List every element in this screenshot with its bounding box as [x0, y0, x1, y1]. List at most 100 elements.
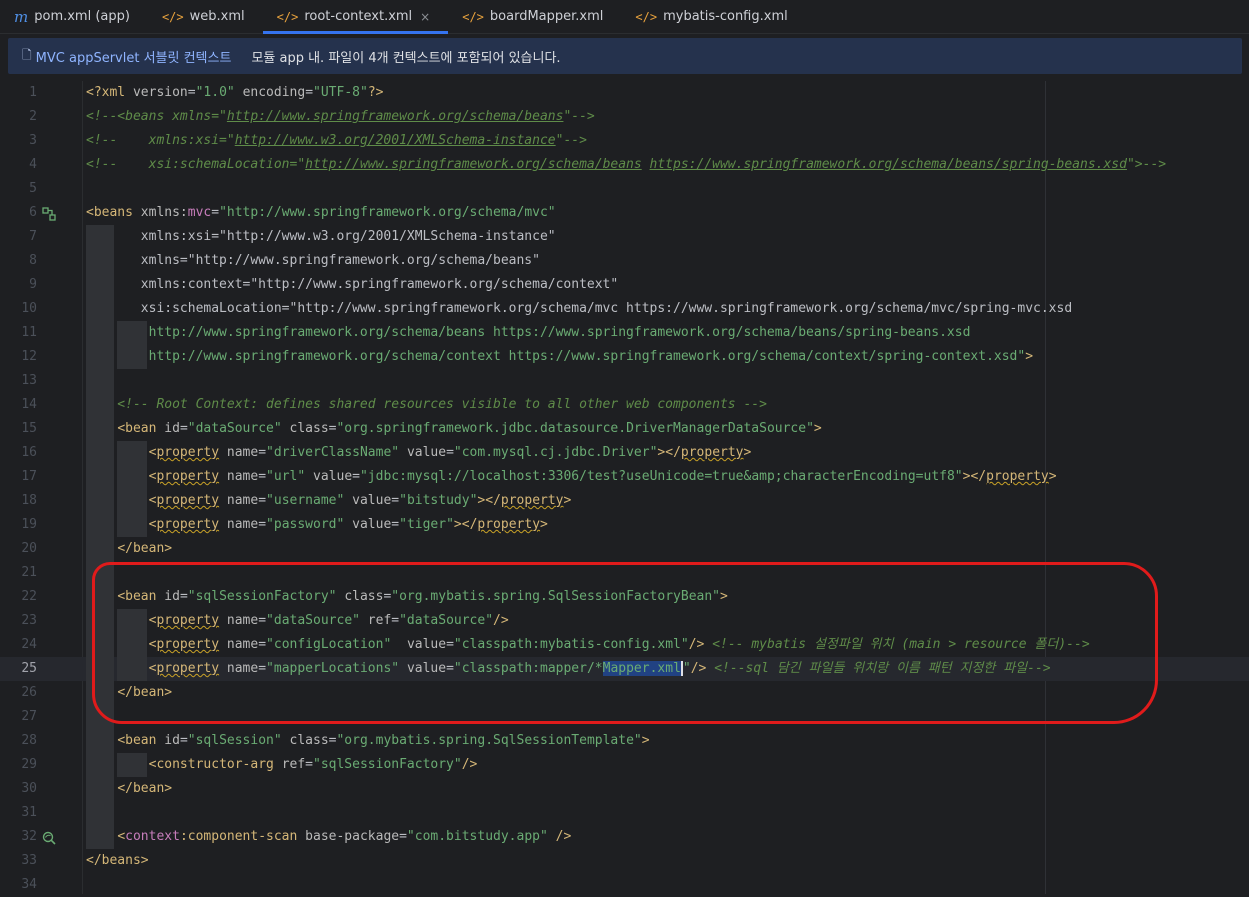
line-number: 32: [21, 829, 37, 844]
indent-guide: [117, 609, 147, 681]
line-number: 4: [29, 157, 37, 172]
code-text: <context:component-scan base-package="co…: [117, 829, 572, 844]
code-line[interactable]: 15 <bean id="dataSource" class="org.spri…: [0, 417, 1249, 441]
tab-label: root-context.xml: [304, 9, 413, 24]
tab-label: boardMapper.xml: [489, 9, 604, 24]
code-line[interactable]: 24 <property name="configLocation" value…: [0, 633, 1249, 657]
code-line[interactable]: 34: [0, 873, 1249, 897]
code-line[interactable]: 4 <!-- xsi:schemaLocation="http://www.spr…: [0, 153, 1249, 177]
code-text: xsi:schemaLocation="http://www.springfra…: [86, 301, 1073, 316]
code-text: <property name="mapperLocations" value="…: [148, 661, 1051, 676]
line-number: 5: [29, 181, 37, 196]
line-number: 22: [21, 589, 37, 604]
tab-label: pom.xml (app): [34, 9, 130, 24]
code-line[interactable]: 29 <constructor-arg ref="sqlSessionFacto…: [0, 753, 1249, 777]
xml-file-icon: </>: [462, 9, 484, 24]
line-number: 26: [21, 685, 37, 700]
line-number: 34: [21, 877, 37, 892]
maven-icon: m: [14, 7, 29, 26]
code-line[interactable]: 12 http://www.springframework.org/schema…: [0, 345, 1249, 369]
indent-guide: [117, 753, 147, 777]
code-line[interactable]: 2 <!--<beans xmlns="http://www.springfram…: [0, 105, 1249, 129]
code-line[interactable]: 28 <bean id="sqlSession" class="org.myba…: [0, 729, 1249, 753]
code-line[interactable]: 5: [0, 177, 1249, 201]
line-number: 2: [29, 109, 37, 124]
servlet-context-link[interactable]: MVC appServlet 서블릿 컨텍스트: [36, 47, 232, 66]
code-text: http://www.springframework.org/schema/co…: [86, 349, 1034, 364]
code-line[interactable]: 19 <property name="password" value="tige…: [0, 513, 1249, 537]
code-text: <bean id="sqlSession" class="org.mybatis…: [117, 733, 650, 748]
line-number: 16: [21, 445, 37, 460]
line-number: 19: [21, 517, 37, 532]
code-line[interactable]: 3 <!-- xmlns:xsi="http://www.w3.org/2001/…: [0, 129, 1249, 153]
code-line[interactable]: 31: [0, 801, 1249, 825]
code-text: <?xml version="1.0" encoding="UTF-8"?>: [86, 85, 384, 100]
line-number: 27: [21, 709, 37, 724]
tab-pom-xml-app-[interactable]: m pom.xml (app): [0, 0, 148, 33]
line-number: 18: [21, 493, 37, 508]
spring-beans-gutter-icon[interactable]: [42, 206, 56, 221]
xml-file-icon: </>: [635, 9, 658, 24]
code-line[interactable]: 1 <?xml version="1.0" encoding="UTF-8"?>: [0, 81, 1249, 105]
code-line[interactable]: 33 </beans>: [0, 849, 1249, 873]
code-text: <bean id="dataSource" class="org.springf…: [117, 421, 822, 436]
line-number: 28: [21, 733, 37, 748]
indent-guide: [117, 441, 147, 537]
code-text: </beans>: [86, 853, 149, 868]
line-number: 33: [21, 853, 37, 868]
indent-guide: [117, 321, 147, 369]
component-scan-gutter-icon[interactable]: [42, 830, 56, 845]
code-line[interactable]: 13: [0, 369, 1249, 393]
tab-web-xml[interactable]: </> web.xml: [148, 0, 263, 33]
code-editor[interactable]: 1 <?xml version="1.0" encoding="UTF-8"?> 2…: [0, 81, 1249, 894]
code-text: xmlns="http://www.springframework.org/sc…: [86, 253, 540, 268]
tab-label: web.xml: [189, 9, 245, 24]
xml-file-icon: </>: [161, 9, 184, 24]
code-text: <bean id="sqlSessionFactory" class="org.…: [117, 589, 728, 604]
tab-boardmapper-xml[interactable]: </> boardMapper.xml: [448, 0, 621, 33]
close-tab-icon[interactable]: ×: [420, 10, 430, 24]
line-number: 29: [21, 757, 37, 772]
code-line[interactable]: 9 xmlns:context="http://www.springframew…: [0, 273, 1249, 297]
code-line[interactable]: 21: [0, 561, 1249, 585]
line-number: 8: [29, 253, 37, 268]
code-line[interactable]: 10 xsi:schemaLocation="http://www.spring…: [0, 297, 1249, 321]
code-line[interactable]: 22 <bean id="sqlSessionFactory" class="o…: [0, 585, 1249, 609]
context-info-banner: 🗋 MVC appServlet 서블릿 컨텍스트 모듈 app 내. 파일이 …: [8, 38, 1242, 74]
line-number: 30: [21, 781, 37, 796]
line-number: 20: [21, 541, 37, 556]
code-line[interactable]: 27: [0, 705, 1249, 729]
line-number: 11: [21, 325, 37, 340]
code-line[interactable]: 16 <property name="driverClassName" valu…: [0, 441, 1249, 465]
banner-message: 모듈 app 내. 파일이 4개 컨텍스트에 포함되어 있습니다.: [251, 50, 561, 66]
line-number: 9: [29, 277, 37, 292]
code-line[interactable]: 6 <beans xmlns:mvc="http://www.springfram…: [0, 201, 1249, 225]
tab-mybatis-config-xml[interactable]: </> mybatis-config.xml: [621, 0, 805, 33]
code-line[interactable]: 32 <context:component-scan base-package=…: [0, 825, 1249, 849]
code-line[interactable]: 25 <property name="mapperLocations" valu…: [0, 657, 1249, 681]
code-text: http://www.springframework.org/schema/be…: [86, 325, 971, 340]
code-line[interactable]: 30 </bean>: [0, 777, 1249, 801]
code-line[interactable]: 20 </bean>: [0, 537, 1249, 561]
line-number: 15: [21, 421, 37, 436]
code-text: <property name="password" value="tiger">…: [148, 517, 548, 532]
line-number: 1: [29, 85, 37, 100]
tab-label: mybatis-config.xml: [663, 9, 788, 24]
line-number: 14: [21, 397, 37, 412]
code-line[interactable]: 23 <property name="dataSource" ref="data…: [0, 609, 1249, 633]
code-line[interactable]: 18 <property name="username" value="bits…: [0, 489, 1249, 513]
tab-root-context-xml[interactable]: </> root-context.xml ×: [262, 0, 449, 34]
indent-guide: [86, 225, 114, 849]
editor-tab-bar: m pom.xml (app) </> web.xml </> root-context.…: [0, 0, 1249, 34]
line-number: 7: [29, 229, 37, 244]
code-text: xmlns:xsi="http://www.w3.org/2001/XMLSch…: [86, 229, 556, 244]
code-line[interactable]: 8 xmlns="http://www.springframework.org/…: [0, 249, 1249, 273]
code-line[interactable]: 17 <property name="url" value="jdbc:mysq…: [0, 465, 1249, 489]
code-text: <!-- xmlns:xsi="http://www.w3.org/2001/X…: [86, 133, 587, 148]
code-line[interactable]: 7 xmlns:xsi="http://www.w3.org/2001/XMLS…: [0, 225, 1249, 249]
code-line[interactable]: 11 http://www.springframework.org/schema…: [0, 321, 1249, 345]
line-number: 25: [21, 661, 37, 676]
code-line[interactable]: 14 <!-- Root Context: defines shared res…: [0, 393, 1249, 417]
line-number: 10: [21, 301, 37, 316]
code-line[interactable]: 26 </bean>: [0, 681, 1249, 705]
